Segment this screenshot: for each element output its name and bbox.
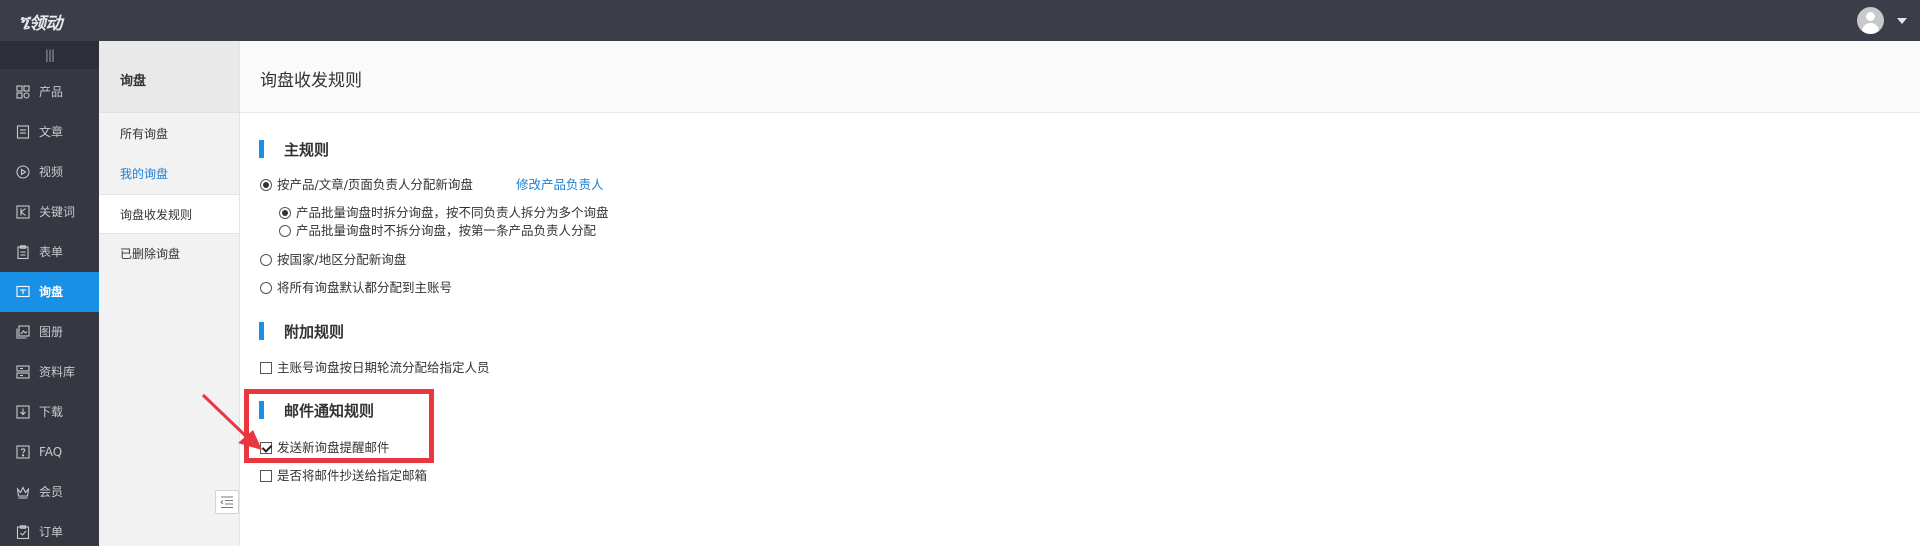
section-marker bbox=[259, 140, 264, 158]
subnav-item-label: 所有询盘 bbox=[120, 127, 169, 141]
nav-item-library[interactable]: 资料库 bbox=[0, 352, 99, 392]
nav-item-label: 表单 bbox=[39, 245, 64, 259]
option-label: 按产品/文章/页面负责人分配新询盘 bbox=[277, 177, 473, 192]
nav-item-label: 询盘 bbox=[39, 285, 64, 299]
article-icon bbox=[16, 125, 30, 139]
inquiry-icon bbox=[16, 285, 30, 298]
video-play-icon bbox=[16, 165, 30, 179]
page-header: 询盘收发规则 bbox=[240, 41, 1920, 113]
option-label: 产品批量询盘时拆分询盘，按不同负责人拆分为多个询盘 bbox=[296, 205, 609, 220]
subnav-header: 询盘 bbox=[99, 41, 239, 113]
option-label: 是否将邮件抄送给指定邮箱 bbox=[277, 468, 428, 483]
nav-item-product[interactable]: 产品 bbox=[0, 72, 99, 112]
keyword-k-icon bbox=[16, 205, 30, 219]
faq-icon bbox=[16, 445, 30, 459]
top-bar: ጜ领动 bbox=[0, 0, 1920, 41]
subnav-title: 询盘 bbox=[120, 74, 147, 89]
nav-item-order[interactable]: 订单 bbox=[0, 512, 99, 552]
subnav-item-deleted-inquiries[interactable]: 已删除询盘 bbox=[99, 234, 239, 274]
subnav-item-label: 已删除询盘 bbox=[120, 247, 181, 261]
nav-item-label: 关键词 bbox=[39, 205, 76, 219]
radio-button[interactable] bbox=[279, 207, 291, 219]
crown-icon bbox=[16, 486, 30, 499]
nav-item-keyword[interactable]: 关键词 bbox=[0, 192, 99, 232]
subnav-item-all-inquiries[interactable]: 所有询盘 bbox=[99, 114, 239, 154]
option-label: 将所有询盘默认都分配到主账号 bbox=[277, 280, 453, 295]
subnav-item-label: 我的询盘 bbox=[120, 167, 169, 181]
nav-item-inquiry[interactable]: 询盘 bbox=[0, 272, 99, 312]
option-label: 产品批量询盘时不拆分询盘，按第一条产品负责人分配 bbox=[296, 223, 597, 238]
option-label: 主账号询盘按日期轮流分配给指定人员 bbox=[277, 360, 490, 375]
option-label: 按国家/地区分配新询盘 bbox=[277, 252, 407, 267]
nav-item-label: 会员 bbox=[39, 485, 64, 499]
nav-item-faq[interactable]: FAQ bbox=[0, 432, 99, 472]
nav-item-label: 产品 bbox=[39, 85, 64, 99]
radio-button[interactable] bbox=[260, 282, 272, 294]
product-grid-icon bbox=[16, 85, 30, 99]
form-clipboard-icon bbox=[17, 245, 29, 259]
inquiry-subnav: 询盘 所有询盘 我的询盘 询盘收发规则 已删除询盘 bbox=[99, 41, 240, 546]
radio-button[interactable] bbox=[260, 179, 272, 191]
annotation-arrow-icon bbox=[201, 393, 262, 450]
section-marker bbox=[259, 322, 264, 340]
nav-collapse-toggle[interactable]: ||| bbox=[0, 41, 99, 69]
page-title: 询盘收发规则 bbox=[260, 71, 362, 91]
subnav-item-label: 询盘收发规则 bbox=[120, 208, 193, 222]
nav-item-label: 订单 bbox=[39, 525, 64, 539]
section-heading: 附加规则 bbox=[284, 323, 345, 341]
nav-item-article[interactable]: 文章 bbox=[0, 112, 99, 152]
nav-item-video[interactable]: 视频 bbox=[0, 152, 99, 192]
nav-item-label: 资料库 bbox=[39, 365, 76, 379]
subnav-item-my-inquiries[interactable]: 我的询盘 bbox=[99, 154, 239, 194]
indent-icon bbox=[220, 496, 233, 508]
nav-item-form[interactable]: 表单 bbox=[0, 232, 99, 272]
radio-button[interactable] bbox=[279, 225, 291, 237]
nav-item-label: 视频 bbox=[39, 165, 64, 179]
gallery-icon bbox=[16, 325, 30, 339]
subnav-item-inquiry-rules[interactable]: 询盘收发规则 bbox=[99, 194, 239, 234]
nav-item-gallery[interactable]: 图册 bbox=[0, 312, 99, 352]
library-icon bbox=[16, 365, 30, 379]
edit-product-owner-link[interactable]: 修改产品负责人 bbox=[516, 177, 604, 193]
highlight-annotation-box bbox=[244, 389, 434, 463]
nav-item-label: 文章 bbox=[39, 125, 64, 139]
user-avatar-icon[interactable] bbox=[1857, 7, 1884, 34]
checkbox[interactable] bbox=[260, 470, 272, 482]
main-content: 询盘收发规则 主规则 按产品/文章/页面负责人分配新询盘 修改产品负责人 产品批… bbox=[240, 41, 1920, 546]
checkbox[interactable] bbox=[260, 362, 272, 374]
app-logo[interactable]: ጜ领动 bbox=[18, 9, 63, 34]
chevron-down-icon[interactable] bbox=[1897, 18, 1907, 24]
order-icon bbox=[16, 525, 30, 539]
nav-item-download[interactable]: 下载 bbox=[0, 392, 99, 432]
nav-item-label: 下载 bbox=[39, 405, 64, 419]
nav-item-member[interactable]: 会员 bbox=[0, 472, 99, 512]
radio-button[interactable] bbox=[260, 254, 272, 266]
nav-item-label: 图册 bbox=[39, 325, 64, 339]
download-icon bbox=[16, 405, 30, 419]
nav-item-label: FAQ bbox=[39, 445, 63, 459]
section-heading: 主规则 bbox=[284, 141, 330, 159]
collapse-subnav-button[interactable] bbox=[215, 490, 239, 514]
